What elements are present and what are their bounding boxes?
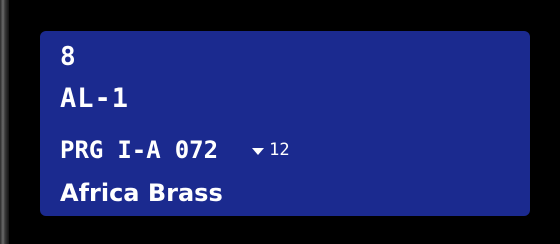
program-bank: I-A xyxy=(117,136,161,164)
down-triangle-icon[interactable] xyxy=(252,148,265,155)
patch-name: Africa Brass xyxy=(60,179,223,207)
program-number: 072 xyxy=(174,136,219,164)
program-label: PRG xyxy=(60,136,104,164)
patch-id: AL-1 xyxy=(60,83,130,114)
synth-display-screen: 8 AL-1 PRG I-A 072 12 Africa Brass xyxy=(0,0,560,244)
program-count: 12 xyxy=(269,139,290,160)
program-selector-row[interactable]: PRG I-A 072 12 xyxy=(60,138,290,162)
left-bezel-edge xyxy=(0,0,9,244)
part-number: 8 xyxy=(60,42,76,72)
patch-info-panel[interactable]: 8 AL-1 PRG I-A 072 12 Africa Brass xyxy=(40,31,530,216)
